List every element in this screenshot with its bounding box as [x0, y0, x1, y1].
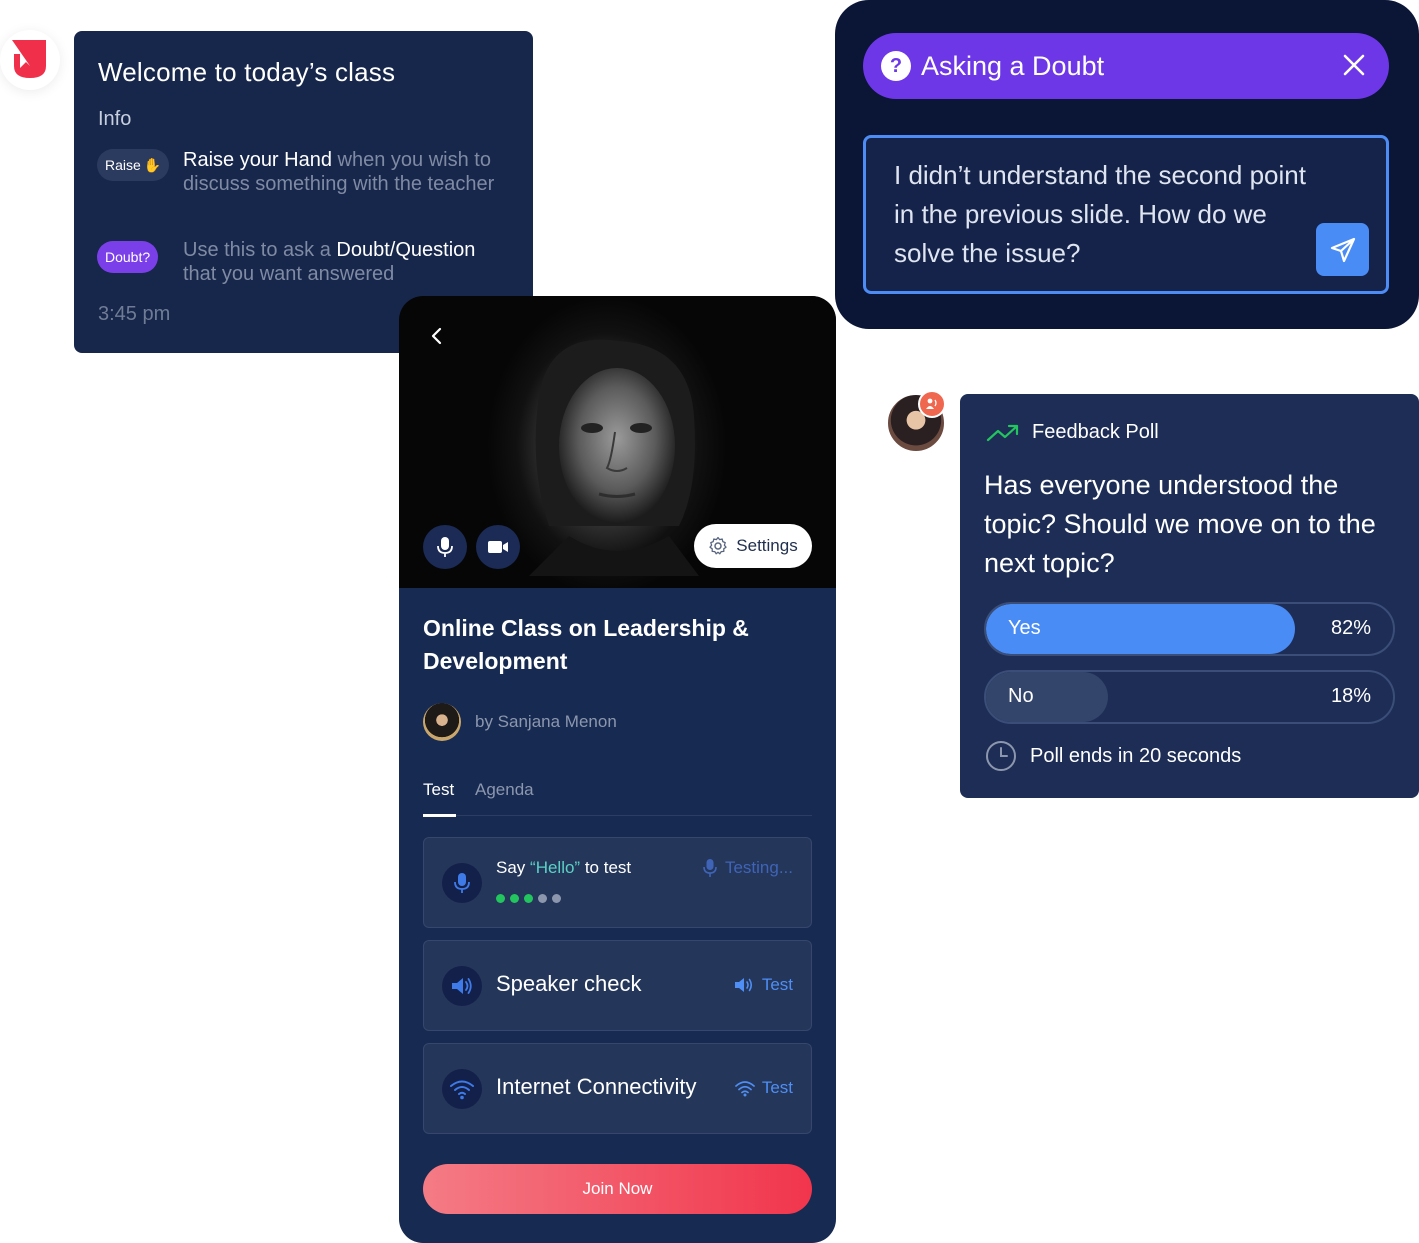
poll-option-percent: 82%: [1330, 617, 1371, 639]
settings-button[interactable]: Settings: [694, 524, 812, 568]
internet-test-button[interactable]: Test: [734, 1078, 793, 1098]
doubt-input[interactable]: I didn’t understand the second point in …: [863, 135, 1389, 294]
participant-video-image: [529, 339, 699, 576]
question-icon: ?: [881, 51, 911, 81]
poll-timer-text: Poll ends in 20 seconds: [1030, 744, 1242, 767]
feedback-poll-card: Feedback Poll Has everyone understood th…: [960, 394, 1419, 798]
mic-level-indicator: [496, 894, 561, 903]
hand-icon: ✋: [143, 156, 162, 173]
poll-option-label: Yes: [1008, 617, 1041, 639]
wifi-icon: [734, 1081, 755, 1097]
speaker-check-card[interactable]: Speaker check Test: [423, 940, 812, 1031]
brand-logo: [0, 30, 60, 90]
info-heading: Info: [98, 108, 132, 130]
poll-option-percent: 18%: [1330, 685, 1371, 707]
speaker-badge-icon: [918, 390, 946, 418]
mic-test-icon-wrap: [442, 863, 482, 903]
welcome-title: Welcome to today’s class: [98, 57, 396, 87]
online-class-card: Settings Online Class on Leadership & De…: [399, 296, 836, 1243]
poll-option-yes[interactable]: Yes 82%: [984, 602, 1395, 656]
video-camera-icon: [488, 541, 508, 553]
raise-hand-pill[interactable]: Raise ✋: [97, 149, 170, 181]
speaker-icon: [452, 978, 472, 994]
poll-option-no-bar: [986, 672, 1109, 722]
clock-icon: [986, 741, 1016, 771]
host-name: by Sanjana Menon: [475, 712, 617, 731]
join-now-button[interactable]: Join Now: [423, 1164, 812, 1214]
mic-test-card[interactable]: Say “Hello” to test Testing...: [423, 837, 812, 928]
camera-button[interactable]: [476, 525, 520, 569]
microphone-button[interactable]: [423, 525, 467, 569]
microphone-icon: [437, 537, 453, 557]
mic-level-dot: [496, 894, 505, 903]
raise-hand-description: Raise your Hand when you wish to discuss…: [183, 149, 495, 195]
doubt-description: Use this to ask a Doubt/Question that yo…: [183, 239, 476, 285]
doubt-title: Asking a Doubt: [921, 50, 1105, 81]
brand-logo-icon: [12, 40, 46, 78]
tab-agenda[interactable]: Agenda: [475, 780, 534, 800]
host-avatar: [423, 703, 461, 741]
microphone-icon: [703, 859, 717, 877]
say-hello-instruction: Say “Hello” to test: [496, 858, 632, 877]
poll-label: Feedback Poll: [1032, 421, 1159, 443]
host-info: by Sanjana Menon: [423, 703, 617, 741]
speaker-icon-wrap: [442, 966, 482, 1006]
send-button[interactable]: [1316, 223, 1369, 276]
mic-level-dot: [524, 894, 533, 903]
ask-doubt-panel: ? Asking a Doubt I didn’t understand the…: [835, 0, 1419, 329]
wifi-icon: [450, 1080, 474, 1100]
trending-up-icon: [986, 424, 1019, 441]
class-tabs: Test Agenda: [423, 778, 812, 817]
microphone-icon: [454, 873, 470, 893]
speaker-test-button[interactable]: Test: [734, 975, 793, 995]
speaker-test-label: Test: [761, 975, 793, 994]
mic-level-dot: [510, 894, 519, 903]
mic-level-dot: [552, 894, 561, 903]
gear-icon: [709, 536, 727, 555]
doubt-pill[interactable]: Doubt?: [97, 241, 159, 273]
class-title: Online Class on Leadership & Development: [423, 615, 749, 674]
poll-option-no[interactable]: No 18%: [984, 670, 1395, 724]
mic-level-dot: [538, 894, 547, 903]
poll-question: Has everyone understood the topic? Shoul…: [984, 470, 1376, 578]
tab-test[interactable]: Test: [423, 780, 457, 817]
speaker-icon: [734, 978, 752, 992]
back-arrow-icon[interactable]: [425, 324, 449, 348]
close-icon[interactable]: [1339, 50, 1369, 80]
poll-option-label: No: [1008, 685, 1034, 707]
raise-pill-label: Raise: [105, 157, 141, 173]
wifi-icon-wrap: [442, 1069, 482, 1109]
testing-status: Testing...: [703, 858, 793, 878]
doubt-header: ? Asking a Doubt: [863, 33, 1389, 99]
internet-check-card[interactable]: Internet Connectivity Test: [423, 1043, 812, 1134]
settings-label: Settings: [736, 536, 798, 555]
doubt-message-text[interactable]: I didn’t understand the second point in …: [894, 156, 1314, 273]
message-time: 3:45 pm: [98, 303, 171, 325]
internet-test-label: Test: [761, 1078, 793, 1097]
speaker-check-label: Speaker check: [496, 971, 642, 996]
video-preview: Settings: [399, 296, 836, 588]
send-icon: [1330, 237, 1355, 262]
testing-label: Testing...: [724, 858, 793, 877]
internet-check-label: Internet Connectivity: [496, 1074, 697, 1099]
